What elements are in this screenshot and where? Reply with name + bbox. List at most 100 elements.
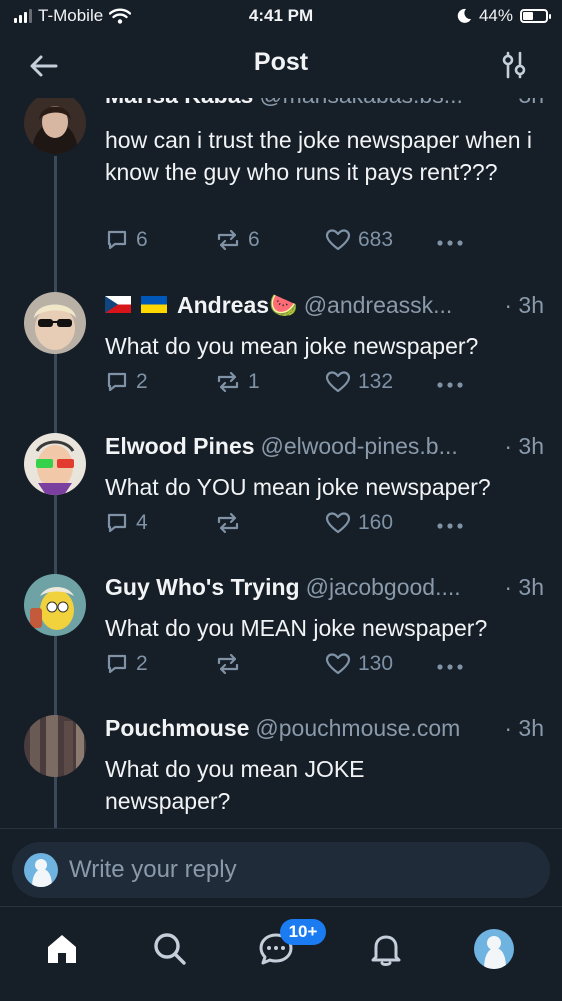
heart-icon xyxy=(325,512,351,534)
more-icon[interactable] xyxy=(435,515,465,537)
post-header: Marisa Kabas @marisakabas.bs... · 3h xyxy=(105,98,544,109)
post-text: What do YOU mean joke newspaper? xyxy=(105,474,491,500)
reply-icon xyxy=(107,230,127,250)
post-item[interactable]: Pouchmouse @pouchmouse.com · 3h What do … xyxy=(0,715,562,828)
like-count: 130 xyxy=(358,652,394,675)
post-text: What do you mean JOKE newspaper? xyxy=(105,756,365,814)
like-button[interactable]: 130 xyxy=(325,652,393,676)
post-header: Elwood Pines @elwood-pines.b... · 3h xyxy=(105,433,544,460)
reply-count: 6 xyxy=(136,228,148,251)
more-icon[interactable] xyxy=(435,374,465,396)
author-name[interactable]: Elwood Pines xyxy=(105,433,255,460)
reply-input[interactable]: Write your reply xyxy=(12,842,550,898)
bell-icon[interactable] xyxy=(366,929,406,969)
ukraine-flag xyxy=(141,292,167,313)
search-icon[interactable] xyxy=(150,929,190,969)
status-bar: T-Mobile 4:41 PM 44% xyxy=(0,0,562,34)
post-text: What do you mean joke newspaper? xyxy=(105,333,479,359)
post-header: Andreas 🍉 @andreassk... · 3h xyxy=(105,292,544,319)
avatar[interactable] xyxy=(24,292,86,354)
reply-placeholder: Write your reply xyxy=(69,856,237,883)
czech-flag xyxy=(105,292,131,313)
post-text: how can i trust the joke newspaper when … xyxy=(105,127,533,185)
post-item[interactable]: Elwood Pines @elwood-pines.b... · 3h Wha… xyxy=(0,433,562,574)
repost-icon xyxy=(217,512,239,534)
author-name[interactable]: Pouchmouse xyxy=(105,715,249,742)
reply-button[interactable]: 4 xyxy=(105,511,148,535)
heart-icon xyxy=(325,229,351,251)
more-icon[interactable] xyxy=(435,232,465,254)
reply-icon xyxy=(107,372,127,392)
repost-icon xyxy=(217,653,239,675)
author-handle[interactable]: @andreassk... xyxy=(304,292,453,319)
post-actions: 2 130 xyxy=(105,652,532,682)
author-handle[interactable]: @marisakabas.bs... xyxy=(259,98,463,109)
post-item[interactable]: Marisa Kabas @marisakabas.bs... · 3h how… xyxy=(0,98,562,274)
avatar[interactable] xyxy=(24,574,86,636)
like-count: 132 xyxy=(358,370,394,393)
author-handle[interactable]: @pouchmouse.com xyxy=(255,715,460,742)
post-actions: 6 6 683 xyxy=(105,228,532,258)
author-name[interactable]: Marisa Kabas xyxy=(105,98,253,109)
post-time: · 3h xyxy=(504,433,544,459)
sliders-icon[interactable] xyxy=(500,50,528,80)
post-time: · 3h xyxy=(504,715,544,741)
repost-count: 6 xyxy=(248,228,260,251)
avatar[interactable] xyxy=(24,433,86,495)
post-time: · 3h xyxy=(504,292,544,318)
like-count: 160 xyxy=(358,511,394,534)
heart-icon xyxy=(325,653,351,675)
user-avatar xyxy=(24,853,58,887)
author-name[interactable]: Andreas xyxy=(177,292,269,319)
post-header: Guy Who's Trying @jacobgood.... · 3h xyxy=(105,574,544,601)
bottom-nav: 10+ xyxy=(0,906,562,1001)
top-bar: Post xyxy=(0,34,562,98)
repost-button[interactable]: 1 xyxy=(215,370,260,394)
post-text: What do you MEAN joke newspaper? xyxy=(105,615,488,641)
profile-avatar[interactable] xyxy=(474,929,514,969)
post-item[interactable]: Andreas 🍉 @andreassk... · 3h What do you… xyxy=(0,292,562,433)
author-handle[interactable]: @jacobgood.... xyxy=(306,574,461,601)
page-title: Post xyxy=(253,48,309,76)
repost-count: 1 xyxy=(248,370,260,393)
thread-feed[interactable]: Marisa Kabas @marisakabas.bs... · 3h how… xyxy=(0,98,562,828)
post-actions: 2 1 132 xyxy=(105,370,532,400)
like-button[interactable]: 160 xyxy=(325,511,393,535)
chat-badge: 10+ xyxy=(280,919,326,945)
post-header: Pouchmouse @pouchmouse.com · 3h xyxy=(105,715,544,742)
repost-button[interactable]: 6 xyxy=(215,228,260,252)
repost-button[interactable] xyxy=(215,652,248,676)
avatar[interactable] xyxy=(24,715,86,777)
author-name[interactable]: Guy Who's Trying xyxy=(105,574,300,601)
battery-icon xyxy=(520,9,551,23)
reply-button[interactable]: 2 xyxy=(105,370,148,394)
post-time: · 3h xyxy=(504,574,544,600)
like-button[interactable]: 132 xyxy=(325,370,393,394)
post-actions: 4 160 xyxy=(105,511,532,541)
reply-button[interactable]: 2 xyxy=(105,652,148,676)
like-count: 683 xyxy=(358,228,394,251)
like-button[interactable]: 683 xyxy=(325,228,393,252)
reply-count: 2 xyxy=(136,370,148,393)
status-right: 44% xyxy=(456,6,551,26)
reply-count: 4 xyxy=(136,511,148,534)
avatar[interactable] xyxy=(24,98,86,154)
battery-percent: 44% xyxy=(478,6,513,25)
repost-button[interactable] xyxy=(215,511,248,535)
reply-icon xyxy=(107,654,127,674)
home-icon[interactable] xyxy=(42,929,82,969)
reply-bar: Write your reply xyxy=(0,828,562,907)
author-handle[interactable]: @elwood-pines.b... xyxy=(261,433,458,460)
post-item[interactable]: Guy Who's Trying @jacobgood.... · 3h Wha… xyxy=(0,574,562,715)
reply-count: 2 xyxy=(136,652,148,675)
heart-icon xyxy=(325,371,351,393)
watermelon-emoji: 🍉 xyxy=(269,292,298,318)
moon-icon xyxy=(457,8,471,23)
reply-icon xyxy=(107,513,127,533)
repost-icon xyxy=(217,371,239,393)
flags xyxy=(105,292,167,313)
repost-icon xyxy=(217,229,239,251)
reply-button[interactable]: 6 xyxy=(105,228,148,252)
post-time: · 3h xyxy=(500,98,544,109)
more-icon[interactable] xyxy=(435,656,465,678)
